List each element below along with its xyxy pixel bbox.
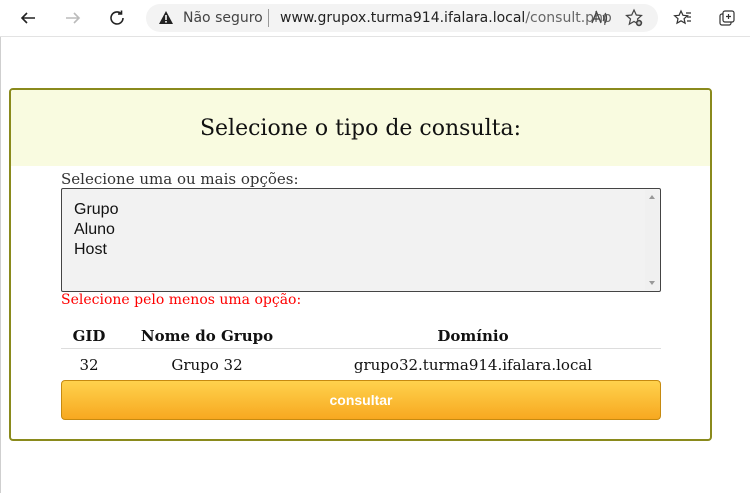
collections-button[interactable]	[714, 5, 740, 31]
read-aloud-icon[interactable]	[589, 8, 609, 28]
browser-toolbar: Não seguro www.grupox.turma914.ifalara.l…	[0, 0, 750, 37]
security-label[interactable]: Não seguro	[183, 10, 263, 26]
table-cell-gid: 32	[79, 356, 99, 374]
favorites-icon	[673, 9, 691, 25]
forward-button[interactable]	[60, 5, 86, 31]
table-cell-domain: grupo32.turma914.ifalara.local	[353, 356, 593, 374]
favorite-add-icon[interactable]	[624, 8, 644, 28]
table-row-divider	[61, 348, 661, 349]
option-grupo[interactable]: Grupo	[74, 201, 118, 219]
address-separator	[268, 9, 269, 27]
url-text[interactable]: www.grupox.turma914.ifalara.local/consul…	[280, 10, 612, 26]
url-host: www.grupox.turma914.ifalara.local	[280, 10, 526, 26]
option-aluno[interactable]: Aluno	[74, 221, 115, 239]
listbox-scrollbar[interactable]	[645, 190, 659, 290]
options-listbox[interactable]: Grupo Aluno Host	[61, 188, 661, 292]
page-title: Selecione o tipo de consulta:	[199, 116, 522, 141]
option-host[interactable]: Host	[74, 241, 107, 259]
reload-button[interactable]	[104, 5, 130, 31]
address-bar[interactable]: Não seguro www.grupox.turma914.ifalara.l…	[146, 4, 658, 32]
consult-form-card: Selecione o tipo de consulta: Selecione …	[9, 88, 712, 441]
back-button[interactable]	[15, 5, 41, 31]
collections-icon	[719, 10, 735, 26]
column-header-group-name: Nome do Grupo	[140, 327, 274, 345]
reload-icon	[110, 10, 124, 25]
forward-arrow-icon	[66, 12, 81, 24]
page-edge	[0, 37, 1, 493]
favorites-button[interactable]	[670, 5, 696, 31]
table-cell-group-name: Grupo 32	[171, 356, 243, 374]
back-arrow-icon	[20, 12, 35, 24]
options-prompt: Selecione uma ou mais opções:	[61, 170, 299, 188]
validation-error: Selecione pelo menos uma opção:	[61, 292, 302, 308]
column-header-domain: Domínio	[437, 327, 509, 345]
column-header-gid: GID	[72, 327, 106, 345]
warning-icon	[159, 11, 173, 24]
consult-button[interactable]: consultar	[61, 380, 661, 420]
